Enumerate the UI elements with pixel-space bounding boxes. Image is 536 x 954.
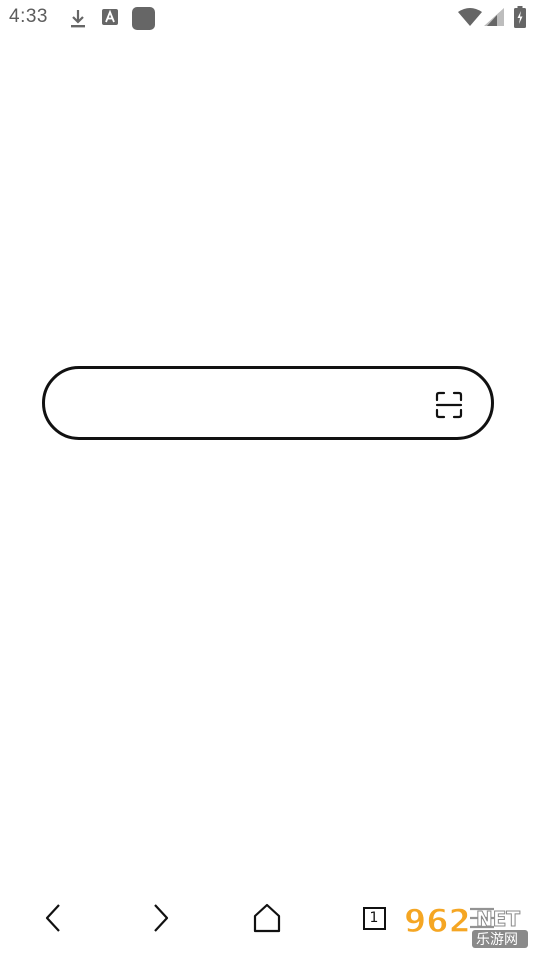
home-icon [253,903,281,933]
chevron-right-icon [154,904,169,932]
menu-button[interactable] [458,894,506,942]
chevron-left-icon [45,904,60,932]
status-bar: 4:33 [0,0,536,36]
scan-button[interactable] [429,385,469,425]
battery-icon [514,6,526,28]
menu-icon [470,907,494,929]
scan-icon [435,391,463,419]
signal-icon [484,8,504,26]
search-input[interactable] [71,383,435,425]
a-icon [102,9,118,25]
tab-count: 1 [369,910,379,926]
wifi-icon [458,8,482,26]
download-icon [71,10,85,28]
search-bar[interactable] [42,366,494,440]
bottom-nav: 1 [0,880,536,954]
square-icon [132,7,155,30]
tabs-icon: 1 [362,906,386,930]
tabs-button[interactable]: 1 [350,894,398,942]
back-button[interactable] [30,894,78,942]
forward-button[interactable] [136,894,184,942]
status-time: 4:33 [9,6,48,27]
home-button[interactable] [243,894,291,942]
